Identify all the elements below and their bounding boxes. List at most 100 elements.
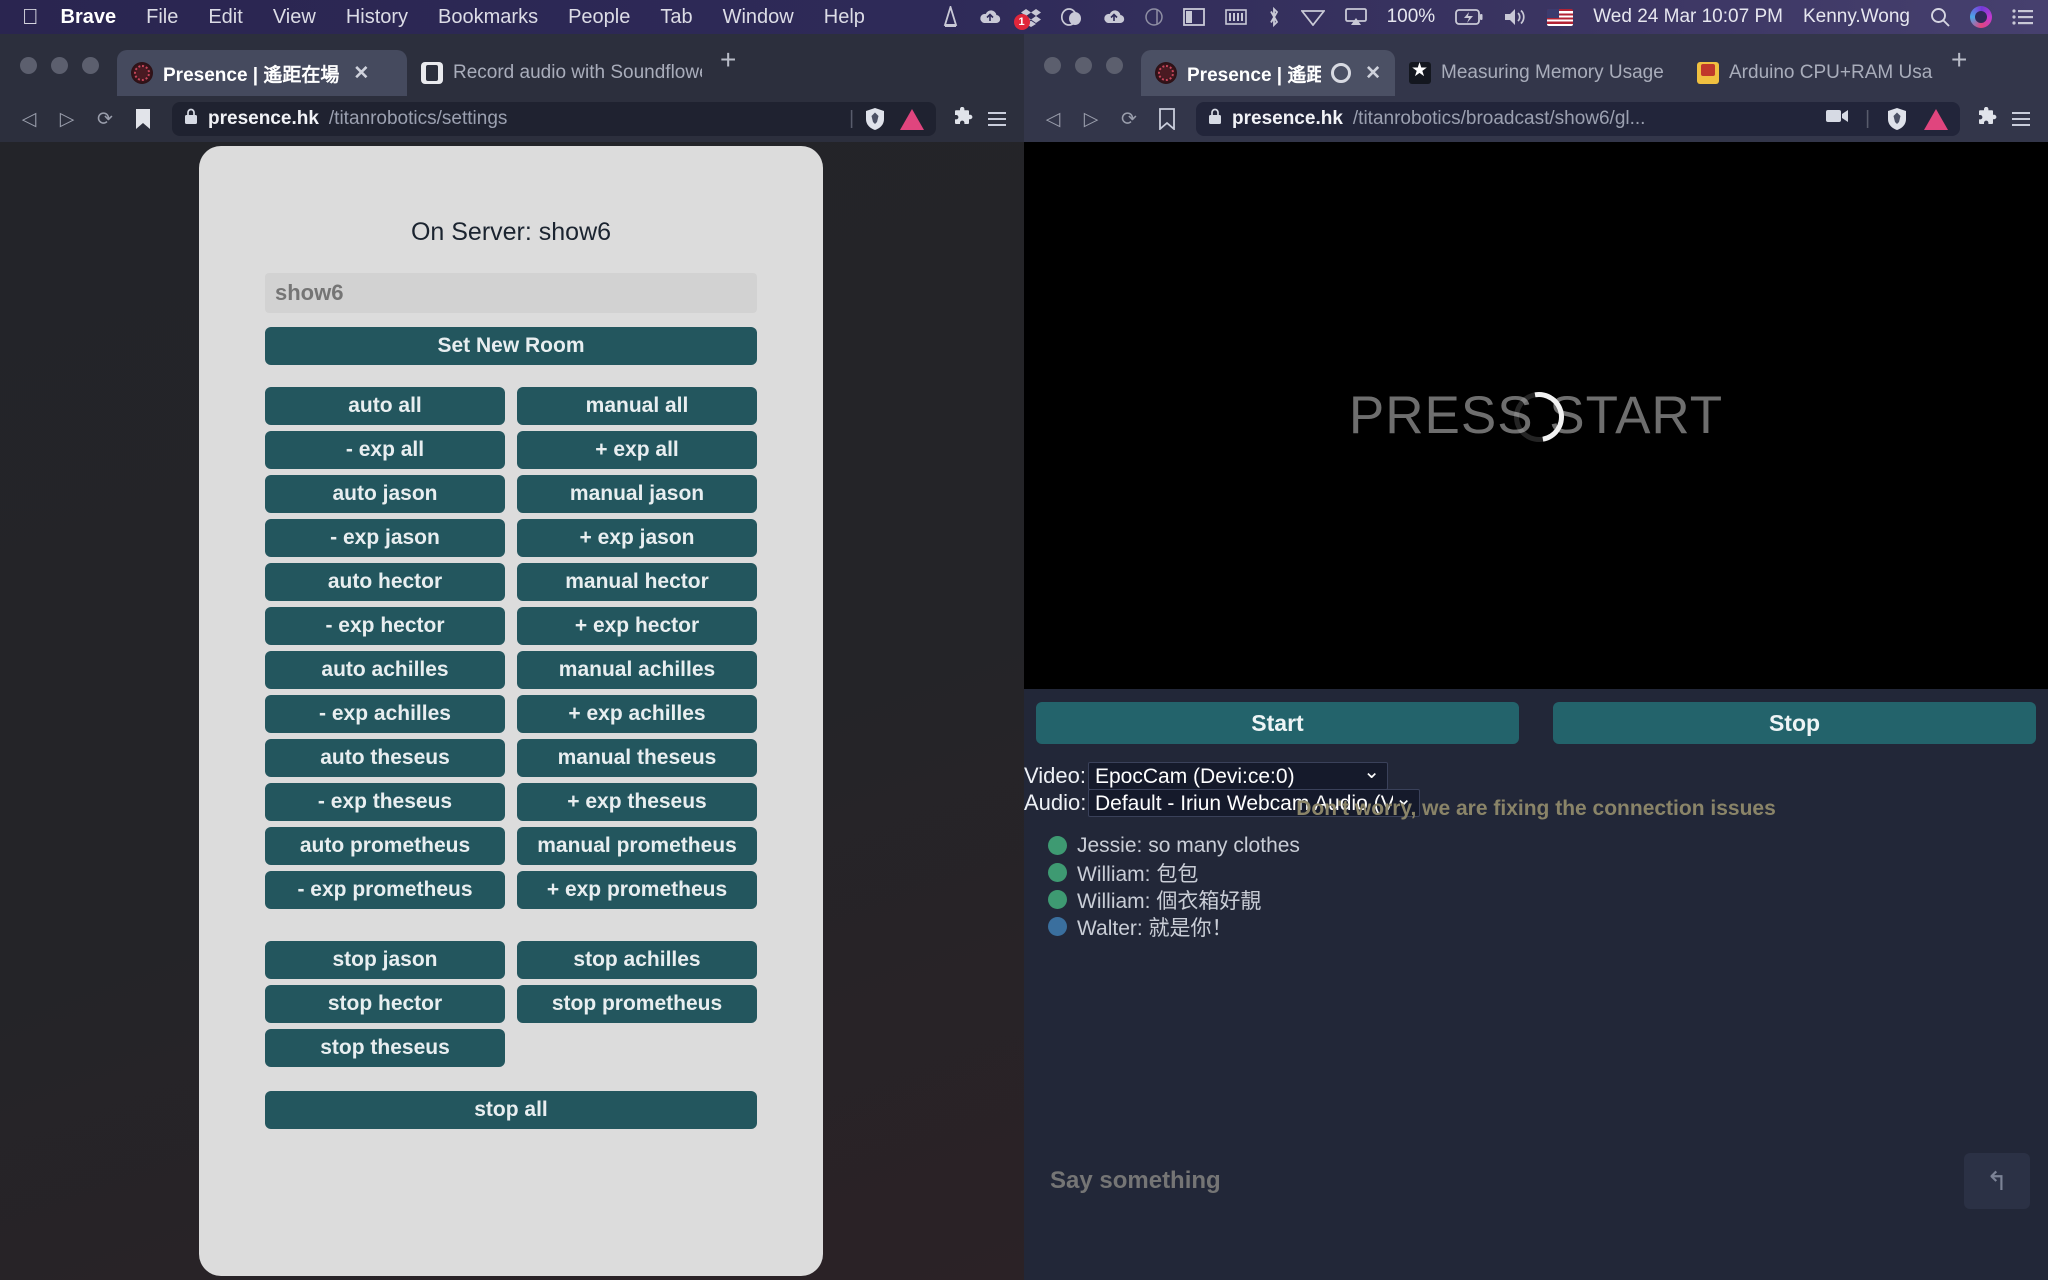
stop-prometheus-button[interactable]: stop prometheus bbox=[517, 985, 757, 1023]
magnet-window-icon[interactable] bbox=[1182, 8, 1205, 26]
battery-charging-icon[interactable] bbox=[1455, 8, 1483, 26]
menu-item-people[interactable]: People bbox=[568, 6, 630, 29]
tab-presence-broadcast[interactable]: Presence | 遙距在場 ✕ bbox=[1141, 50, 1395, 96]
stop-hector-button[interactable]: stop hector bbox=[265, 985, 505, 1023]
brave-menu-icon[interactable] bbox=[2006, 102, 2036, 136]
manual-theseus-button[interactable]: manual theseus bbox=[517, 739, 757, 777]
dec-exp-prometheus-button[interactable]: - exp prometheus bbox=[265, 871, 505, 909]
maximize-window-button[interactable] bbox=[82, 56, 99, 74]
battery-bars-icon[interactable] bbox=[1224, 8, 1247, 26]
set-new-room-button[interactable]: Set New Room bbox=[265, 327, 757, 365]
close-icon[interactable]: ✕ bbox=[353, 62, 369, 85]
spotlight-search-icon[interactable] bbox=[1930, 7, 1950, 27]
brave-rewards-icon[interactable] bbox=[900, 108, 924, 130]
siri-icon[interactable] bbox=[1970, 6, 1992, 28]
inc-exp-achilles-button[interactable]: + exp achilles bbox=[517, 695, 757, 733]
stop-button[interactable]: Stop bbox=[1553, 702, 2036, 744]
stop-theseus-button[interactable]: stop theseus bbox=[265, 1029, 505, 1067]
auto-theseus-button[interactable]: auto theseus bbox=[265, 739, 505, 777]
manual-prometheus-button[interactable]: manual prometheus bbox=[517, 827, 757, 865]
dec-exp-hector-button[interactable]: - exp hector bbox=[265, 607, 505, 645]
inc-exp-jason-button[interactable]: + exp jason bbox=[517, 519, 757, 557]
auto-all-button[interactable]: auto all bbox=[265, 387, 505, 425]
apple-logo-icon[interactable]:  bbox=[22, 6, 39, 28]
video-preview[interactable]: PRESS START bbox=[1024, 142, 2048, 689]
upload-cloud2-icon[interactable] bbox=[1103, 8, 1125, 26]
minimize-window-button[interactable] bbox=[51, 56, 68, 74]
menu-item-file[interactable]: File bbox=[146, 6, 178, 29]
speaker-icon[interactable] bbox=[1503, 8, 1527, 26]
notification-center-icon[interactable] bbox=[2012, 8, 2034, 26]
back-button[interactable]: ◁ bbox=[1036, 102, 1070, 136]
close-icon[interactable]: ✕ bbox=[1365, 62, 1381, 85]
menu-item-history[interactable]: History bbox=[346, 6, 408, 29]
auto-achilles-button[interactable]: auto achilles bbox=[265, 651, 505, 689]
inc-exp-all-button[interactable]: + exp all bbox=[517, 431, 757, 469]
upload-cloud-icon[interactable] bbox=[979, 8, 1001, 26]
tab-presence-settings[interactable]: Presence | 遙距在場 ✕ bbox=[117, 50, 407, 96]
airplay-icon[interactable] bbox=[1344, 8, 1367, 26]
close-window-button[interactable] bbox=[20, 56, 37, 74]
us-flag-icon[interactable] bbox=[1547, 8, 1574, 26]
maximize-window-button[interactable] bbox=[1106, 56, 1123, 74]
video-device-select[interactable]: EpocCam (Devi:ce:0) bbox=[1088, 762, 1388, 790]
room-input[interactable] bbox=[265, 273, 757, 313]
extensions-puzzle-icon[interactable] bbox=[948, 102, 978, 136]
manual-jason-button[interactable]: manual jason bbox=[517, 475, 757, 513]
brave-rewards-icon[interactable] bbox=[1924, 108, 1948, 130]
manual-all-button[interactable]: manual all bbox=[517, 387, 757, 425]
reload-button[interactable]: ⟳ bbox=[88, 102, 122, 136]
say-something-input[interactable] bbox=[1034, 1147, 1964, 1215]
inc-exp-prometheus-button[interactable]: + exp prometheus bbox=[517, 871, 757, 909]
send-message-button[interactable]: ↰ bbox=[1964, 1153, 2030, 1209]
dictionary-icon[interactable] bbox=[1144, 7, 1163, 27]
dec-exp-theseus-button[interactable]: - exp theseus bbox=[265, 783, 505, 821]
dec-exp-jason-button[interactable]: - exp jason bbox=[265, 519, 505, 557]
address-bar-left[interactable]: presence.hk/titanrobotics/settings | bbox=[172, 102, 936, 136]
camera-active-icon[interactable] bbox=[1825, 108, 1849, 130]
tab-soundflower[interactable]: Record audio with Soundflower | Ch bbox=[407, 50, 702, 96]
bookmark-icon[interactable] bbox=[126, 102, 160, 136]
vlc-cone-icon[interactable] bbox=[942, 6, 959, 28]
manual-hector-button[interactable]: manual hector bbox=[517, 563, 757, 601]
stop-jason-button[interactable]: stop jason bbox=[265, 941, 505, 979]
forward-button[interactable]: ▷ bbox=[1074, 102, 1108, 136]
wifi-icon[interactable] bbox=[1300, 8, 1325, 26]
dropbox-icon[interactable]: 1 bbox=[1013, 7, 1041, 30]
manual-achilles-button[interactable]: manual achilles bbox=[517, 651, 757, 689]
menu-item-bookmarks[interactable]: Bookmarks bbox=[438, 6, 538, 29]
auto-hector-button[interactable]: auto hector bbox=[265, 563, 505, 601]
auto-jason-button[interactable]: auto jason bbox=[265, 475, 505, 513]
grammarly-icon[interactable] bbox=[1060, 7, 1083, 27]
dec-exp-achilles-button[interactable]: - exp achilles bbox=[265, 695, 505, 733]
menu-item-tab[interactable]: Tab bbox=[660, 6, 692, 29]
menu-item-view[interactable]: View bbox=[273, 6, 316, 29]
tab-arduino-cpu-ram[interactable]: Arduino CPU+RAM Usage bbox=[1683, 50, 1933, 96]
menu-item-edit[interactable]: Edit bbox=[208, 6, 242, 29]
extensions-puzzle-icon[interactable] bbox=[1972, 102, 2002, 136]
brave-menu-icon[interactable] bbox=[982, 102, 1012, 136]
dec-exp-all-button[interactable]: - exp all bbox=[265, 431, 505, 469]
menubar-clock[interactable]: Wed 24 Mar 10:07 PM bbox=[1593, 6, 1783, 28]
auto-prometheus-button[interactable]: auto prometheus bbox=[265, 827, 505, 865]
inc-exp-hector-button[interactable]: + exp hector bbox=[517, 607, 757, 645]
forward-button[interactable]: ▷ bbox=[50, 102, 84, 136]
new-tab-button[interactable]: + bbox=[702, 44, 754, 86]
bookmark-icon[interactable] bbox=[1150, 102, 1184, 136]
bluetooth-icon[interactable] bbox=[1267, 6, 1281, 28]
video-device-select-wrap[interactable]: EpocCam (Devi:ce:0) bbox=[1088, 759, 1388, 790]
menu-item-help[interactable]: Help bbox=[824, 6, 865, 29]
menu-item-window[interactable]: Window bbox=[723, 6, 794, 29]
minimize-window-button[interactable] bbox=[1075, 56, 1092, 74]
tab-measuring-memory[interactable]: Measuring Memory Usage bbox=[1395, 50, 1683, 96]
brave-shield-icon[interactable] bbox=[864, 107, 886, 131]
stop-achilles-button[interactable]: stop achilles bbox=[517, 941, 757, 979]
menubar-username[interactable]: Kenny.Wong bbox=[1803, 6, 1910, 28]
start-button[interactable]: Start bbox=[1036, 702, 1519, 744]
new-tab-button[interactable]: + bbox=[1933, 44, 1985, 86]
brave-shield-icon[interactable] bbox=[1886, 107, 1908, 131]
address-bar-right[interactable]: presence.hk/titanrobotics/broadcast/show… bbox=[1196, 102, 1960, 136]
menu-item-brave[interactable]: Brave bbox=[61, 6, 117, 29]
stop-all-button[interactable]: stop all bbox=[265, 1091, 757, 1129]
inc-exp-theseus-button[interactable]: + exp theseus bbox=[517, 783, 757, 821]
